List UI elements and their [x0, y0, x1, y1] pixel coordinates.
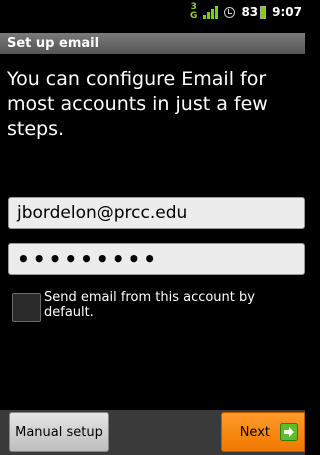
default-account-label[interactable]: Send email from this account by default.: [44, 290, 299, 320]
manual-setup-button[interactable]: Manual setup: [9, 412, 109, 452]
battery-icon: [260, 5, 267, 19]
alarm-clock-icon: [224, 6, 236, 18]
battery-indicator: 83: [241, 5, 267, 19]
next-label: Next: [239, 424, 270, 440]
clock: 9:07: [272, 5, 302, 19]
page-title: Set up email: [7, 36, 100, 51]
next-button[interactable]: Next: [221, 412, 305, 452]
password-field[interactable]: •••••••••: [8, 243, 305, 275]
email-value: jbordelon@prcc.edu: [17, 203, 188, 223]
default-account-checkbox[interactable]: [12, 293, 41, 322]
manual-setup-label: Manual setup: [15, 424, 103, 440]
intro-text: You can configure Email for most account…: [7, 68, 268, 140]
title-bar: Set up email: [0, 33, 305, 54]
status-bar: 3G 83 9:07: [0, 0, 305, 24]
arrow-right-icon: [280, 423, 298, 441]
network-type-icon: 3G: [190, 2, 198, 21]
signal-bars-icon: [203, 5, 219, 19]
password-value: •••••••••: [17, 247, 160, 271]
email-field[interactable]: jbordelon@prcc.edu: [8, 197, 305, 229]
battery-level: 83: [241, 5, 259, 19]
